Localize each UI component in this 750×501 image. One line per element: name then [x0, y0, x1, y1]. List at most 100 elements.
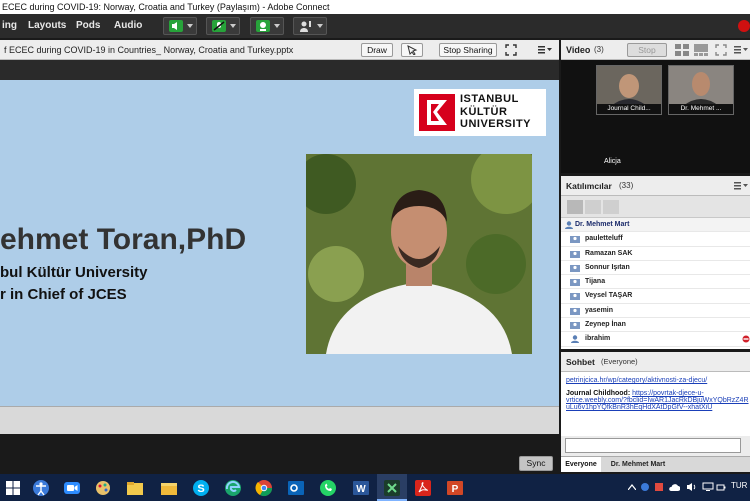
fullscreen-icon[interactable] — [505, 44, 517, 56]
webcam-button[interactable] — [250, 17, 284, 35]
speaker-name: ehmet Toran,PhD — [0, 223, 247, 256]
pod-options-menu-icon[interactable] — [538, 46, 552, 54]
windows-start-icon[interactable] — [4, 479, 22, 497]
webcam-icon — [256, 20, 270, 32]
university-emblem-icon — [419, 94, 455, 131]
user-icon — [570, 307, 580, 315]
tray-app-icon[interactable] — [654, 482, 664, 492]
battery-icon[interactable] — [716, 482, 726, 492]
speaker-photo — [306, 154, 532, 354]
volume-icon[interactable] — [686, 482, 698, 492]
list-view-icon[interactable] — [567, 200, 583, 214]
attendee-name: Tijana — [585, 278, 606, 286]
video-tile-name: Journal Child... — [597, 104, 661, 114]
list-item[interactable]: ibrahim — [561, 332, 750, 347]
presentation-slide: ISTANBUL KÜLTÜR UNIVERSITY ehmet Toran,P… — [0, 80, 559, 406]
cloud-icon[interactable] — [668, 482, 680, 492]
paint-app-icon[interactable] — [94, 479, 112, 497]
speaker-affiliation: bul Kültür University — [0, 264, 148, 281]
chat-pod-header: Sohbet (Everyone) — [561, 352, 750, 372]
stop-video-button[interactable]: Stop — [627, 43, 667, 57]
acrobat-reader-icon[interactable] — [414, 479, 432, 497]
chrome-browser-icon[interactable] — [255, 479, 273, 497]
speaker-button[interactable] — [163, 17, 197, 35]
list-item[interactable]: Ramazan SAK — [561, 247, 750, 261]
video-pod-header: Video (3) Stop — [561, 40, 750, 60]
share-pod-header: f ECEC during COVID-19 in Countries_ Nor… — [0, 40, 559, 60]
attendee-name: Sonnur Işıtan — [585, 263, 630, 271]
menu-audio[interactable]: Audio — [114, 14, 142, 38]
whatsapp-icon[interactable] — [319, 479, 337, 497]
chat-sender: Journal Childhood: — [566, 390, 631, 397]
list-item[interactable]: Sonnur Işıtan — [561, 261, 750, 276]
chat-input-area — [561, 436, 750, 456]
status-view-icon[interactable] — [603, 200, 619, 214]
user-icon — [570, 293, 580, 301]
input-language-indicator[interactable]: TUR — [731, 481, 747, 490]
raise-hand-icon — [300, 21, 311, 32]
tray-app-icon[interactable] — [640, 482, 650, 492]
zoom-app-icon[interactable] — [63, 479, 81, 497]
tab-everyone[interactable]: Everyone — [561, 457, 601, 472]
list-item[interactable]: Tijana — [561, 275, 750, 290]
list-item[interactable]: Zeynep İnan — [561, 318, 750, 333]
pod-options-menu-icon[interactable] — [734, 182, 748, 190]
chat-link-continued[interactable]: uLu6v1hpYQfkBnR3hEqHdXAtDpGfV--xhatXiU — [566, 404, 745, 411]
folder-icon[interactable] — [160, 479, 178, 497]
chat-link[interactable]: https://povrtak-djece-u- — [632, 390, 704, 397]
video-pod-title: Video — [566, 45, 591, 55]
pointer-tool-button[interactable] — [401, 43, 423, 57]
skype-icon[interactable]: S — [192, 479, 210, 497]
edge-browser-icon[interactable] — [224, 479, 242, 497]
fullscreen-icon[interactable] — [715, 44, 727, 56]
windows-taskbar: S W P TUR — [0, 474, 750, 501]
video-tile[interactable]: Journal Child... — [596, 65, 662, 115]
grid-view-icon[interactable] — [675, 44, 689, 56]
powerpoint-icon[interactable]: P — [446, 479, 464, 497]
adobe-connect-taskbar-button[interactable] — [377, 474, 407, 501]
list-item[interactable]: Dr. Mehmet Mart — [561, 218, 750, 233]
chat-link-continued[interactable]: vrtice.weebly.com/?fbclid=IwAR1JacRkDBju… — [566, 397, 749, 404]
file-explorer-icon[interactable] — [126, 479, 144, 497]
participant-video-image — [669, 66, 733, 106]
svg-text:W: W — [356, 484, 366, 495]
tab-private-chat[interactable]: Dr. Mehmet Mart — [603, 457, 673, 472]
video-tile[interactable]: Dr. Mehmet ... — [668, 65, 734, 115]
stop-sharing-button[interactable]: Stop Sharing — [439, 43, 497, 57]
chevron-down-icon — [317, 24, 323, 28]
menu-pods[interactable]: Pods — [76, 14, 100, 38]
chat-message-input[interactable] — [565, 438, 741, 453]
attendee-name: Zeynep İnan — [585, 321, 626, 329]
accessibility-icon[interactable] — [32, 479, 50, 497]
host-user-icon — [565, 221, 573, 229]
filmstrip-view-icon[interactable] — [694, 44, 708, 56]
microphone-button[interactable] — [206, 17, 240, 35]
pod-options-menu-icon[interactable] — [734, 46, 748, 54]
logo-text-line3: UNIVERSITY — [460, 118, 532, 130]
speaker-icon — [169, 20, 183, 32]
user-icon — [570, 279, 580, 287]
outlook-icon[interactable] — [287, 479, 305, 497]
chat-pod-title: Sohbet — [566, 357, 595, 367]
chat-link[interactable]: petrinjcica.hr/wp/category/aktivnosti-za… — [566, 377, 745, 384]
attendee-name: Dr. Mehmet Mart — [575, 221, 630, 228]
sync-button[interactable]: Sync — [519, 456, 553, 471]
word-icon[interactable]: W — [352, 479, 370, 497]
window-title: ECEC during COVID-19: Norway, Croatia an… — [2, 2, 330, 12]
video-pod-content: Journal Child... Dr. Mehmet ... Alicja — [561, 60, 750, 173]
menu-meeting[interactable]: ing — [2, 14, 17, 38]
user-icon — [570, 236, 580, 244]
microphone-muted-icon — [212, 20, 226, 32]
logo-text-line2: KÜLTÜR — [460, 105, 508, 118]
list-item[interactable]: pauletteluff — [561, 232, 750, 247]
breakout-view-icon[interactable] — [585, 200, 601, 214]
attendee-name: Veysel TAŞAR — [585, 292, 633, 300]
participant-video-image — [597, 66, 661, 106]
menu-layouts[interactable]: Layouts — [28, 14, 66, 38]
list-item[interactable]: Veysel TAŞAR — [561, 289, 750, 304]
raise-hand-button[interactable] — [293, 17, 327, 35]
list-item[interactable]: yasemin — [561, 304, 750, 319]
draw-button[interactable]: Draw — [361, 43, 393, 57]
network-icon[interactable] — [702, 482, 714, 492]
chevron-up-icon[interactable] — [628, 484, 636, 490]
